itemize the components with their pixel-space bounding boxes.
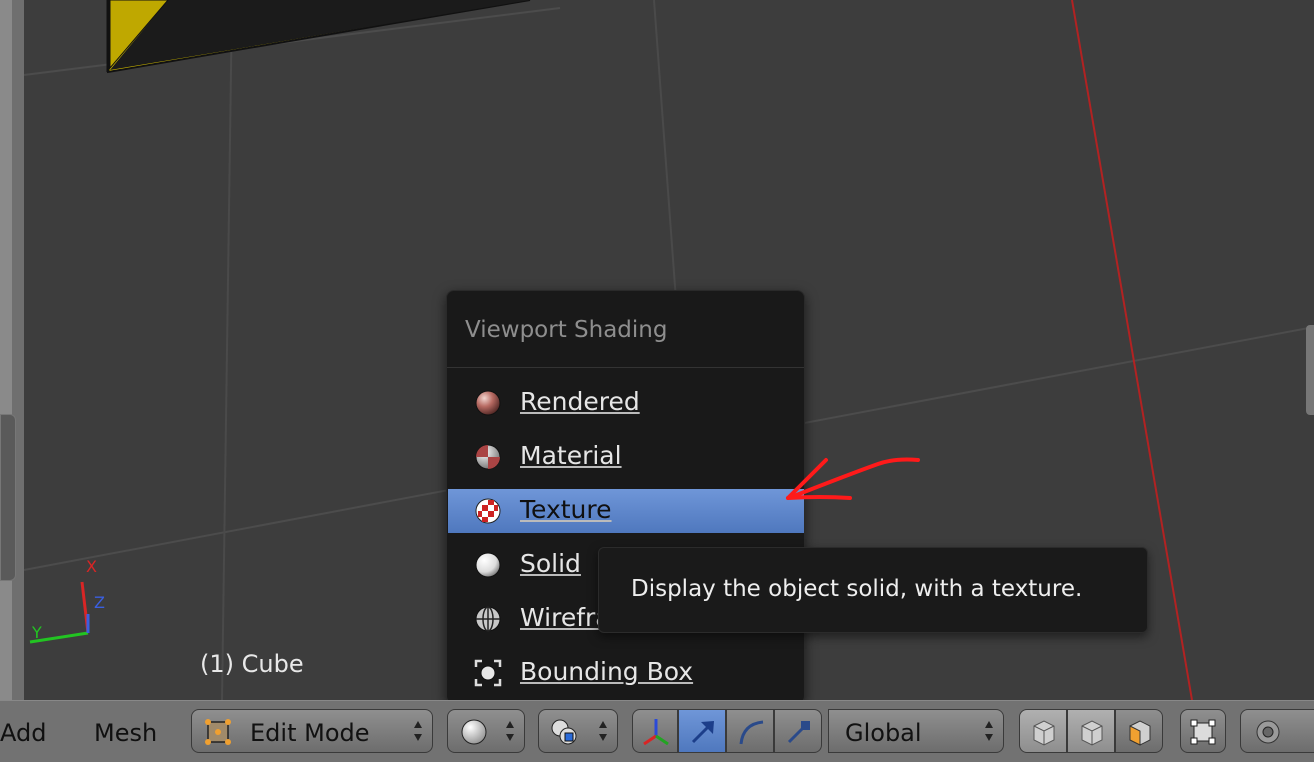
vertex-select-icon bbox=[1033, 720, 1055, 746]
edge-select-button[interactable] bbox=[1067, 709, 1115, 753]
transform-manipulator-icon bbox=[643, 719, 669, 746]
proportional-editing-selector[interactable] bbox=[1240, 709, 1314, 753]
active-object-label: (1) Cube bbox=[200, 650, 304, 678]
transform-orientation-selector[interactable]: Global bbox=[828, 709, 1004, 753]
view3d-header: Add Mesh Edit Mode Global bbox=[0, 700, 1314, 762]
translate-manipulator-button[interactable] bbox=[678, 709, 726, 753]
mesh-menu[interactable]: Mesh bbox=[94, 719, 157, 747]
proportional-edit-icon bbox=[1256, 720, 1280, 744]
properties-tab[interactable] bbox=[1306, 325, 1314, 415]
viewport-shading-selector[interactable] bbox=[447, 709, 525, 753]
menu-item-rendered-label: Rendered bbox=[520, 387, 640, 416]
menu-item-bounding-box-label: Bounding Box bbox=[520, 657, 694, 686]
axis-z-label: Z bbox=[94, 593, 105, 612]
updown-arrows-icon bbox=[506, 721, 514, 741]
orientation-label: Global bbox=[845, 719, 922, 747]
manipulator-toggle[interactable] bbox=[632, 709, 678, 753]
mode-selector[interactable]: Edit Mode bbox=[191, 709, 433, 753]
mode-label: Edit Mode bbox=[250, 719, 370, 747]
edge-select-icon bbox=[1081, 720, 1103, 746]
face-select-button[interactable] bbox=[1115, 709, 1163, 753]
limit-selection-icon bbox=[1190, 719, 1216, 745]
pivot-point-icon bbox=[551, 719, 577, 745]
axis-y-label: Y bbox=[31, 623, 42, 642]
updown-arrows-icon bbox=[599, 721, 607, 741]
red-arrow-annotation bbox=[786, 457, 920, 500]
solid-sphere-icon bbox=[475, 552, 501, 578]
menu-item-rendered[interactable]: Rendered bbox=[448, 381, 804, 425]
wireframe-sphere-icon bbox=[475, 606, 501, 632]
limit-selection-button[interactable] bbox=[1180, 709, 1226, 753]
menu-item-bounding-box[interactable]: Bounding Box bbox=[448, 651, 804, 695]
texture-sphere-icon bbox=[475, 498, 501, 524]
menu-item-texture-label: Texture bbox=[520, 495, 612, 524]
material-sphere-icon bbox=[475, 444, 501, 470]
axis-x-label: X bbox=[86, 557, 97, 576]
solid-shading-icon bbox=[461, 719, 487, 745]
translate-arrow-icon bbox=[691, 721, 714, 744]
toolshelf-tab[interactable] bbox=[0, 414, 16, 581]
pivot-point-selector[interactable] bbox=[538, 709, 618, 753]
menu-item-material-label: Material bbox=[520, 441, 622, 470]
menu-item-solid-label: Solid bbox=[520, 549, 581, 578]
updown-arrows-icon bbox=[414, 721, 422, 741]
tooltip: Display the object solid, with a texture… bbox=[598, 547, 1148, 633]
tooltip-text: Display the object solid, with a texture… bbox=[631, 576, 1083, 602]
menu-title: Viewport Shading bbox=[465, 317, 668, 343]
vertex-select-button[interactable] bbox=[1019, 709, 1067, 753]
menu-separator bbox=[447, 367, 804, 368]
axis-gizmo: X Z Y bbox=[29, 557, 105, 644]
scale-icon bbox=[787, 721, 810, 744]
menu-item-material[interactable]: Material bbox=[448, 435, 804, 479]
menu-item-texture[interactable]: Texture bbox=[448, 489, 804, 533]
face-select-icon bbox=[1129, 720, 1151, 746]
viewport-shading-menu: Viewport Shading Rendered Material Textu… bbox=[446, 290, 805, 704]
scale-manipulator-button[interactable] bbox=[774, 709, 822, 753]
edit-mode-icon bbox=[205, 719, 231, 745]
rotate-manipulator-button[interactable] bbox=[726, 709, 774, 753]
toolshelf-edge bbox=[0, 0, 24, 700]
bounding-box-icon bbox=[474, 659, 502, 687]
add-menu[interactable]: Add bbox=[0, 719, 46, 747]
rendered-sphere-icon bbox=[475, 390, 501, 416]
updown-arrows-icon bbox=[985, 721, 993, 741]
rotate-arc-icon bbox=[739, 720, 764, 745]
